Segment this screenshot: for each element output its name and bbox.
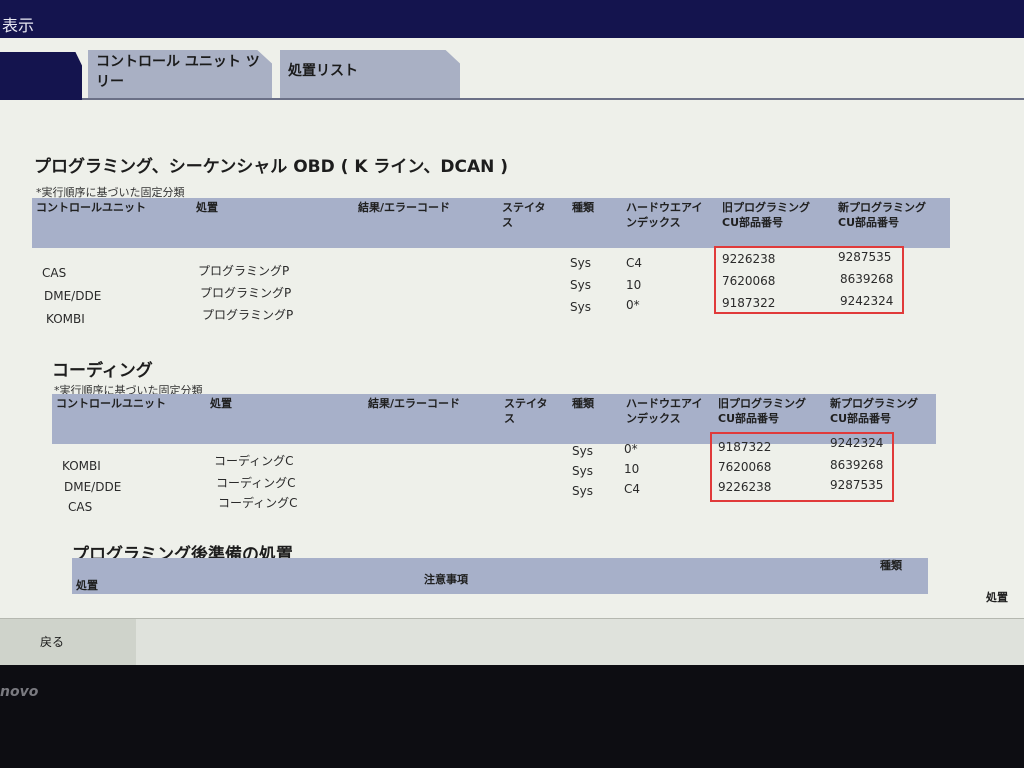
cell-action: コーディングC <box>218 496 298 510</box>
cell-unit: DME/DDE <box>44 289 102 303</box>
col-result: 結果/エラーコード <box>358 201 451 214</box>
col-hw-index: ハードウエアインデックス <box>626 397 703 425</box>
cell-kind: Sys <box>572 444 593 458</box>
tab-current[interactable] <box>0 52 82 100</box>
tab-control-unit-tree[interactable]: コントロール ユニット ツリー <box>88 50 272 98</box>
col-notes: 注意事項 <box>424 573 468 586</box>
col-control-unit: コントロールユニット <box>56 397 166 410</box>
tab-action-list[interactable]: 処置リスト <box>280 50 460 98</box>
tab-strip: コントロール ユニット ツリー 処置リスト <box>0 38 1024 100</box>
col-status: ステイタス <box>502 201 546 229</box>
post-table-header: 処置 注意事項 種類 <box>72 558 928 594</box>
cell-unit: KOMBI <box>62 459 101 473</box>
laptop-bezel-logo: novo <box>0 684 39 700</box>
programming-table-header: コントロールユニット 処置 結果/エラーコード ステイタス 種類 ハードウエアイ… <box>32 198 950 248</box>
col-control-unit: コントロールユニット <box>36 201 146 214</box>
cell-hw: 10 <box>624 462 640 476</box>
programming-section-title: プログラミング、シーケンシャル OBD ( K ライン、DCAN ) <box>34 157 509 177</box>
cell-kind: Sys <box>570 300 591 314</box>
cell-action: コーディングC <box>216 476 296 490</box>
col-new-part: 新プログラミングCU部品番号 <box>838 201 926 229</box>
cell-hw: 0* <box>626 298 640 312</box>
cell-hw: C4 <box>624 482 641 496</box>
tab-control-unit-tree-label: コントロール ユニット ツリー <box>96 54 260 90</box>
cell-kind: Sys <box>570 278 591 292</box>
cell-action: プログラミングP <box>202 308 294 322</box>
back-button-label: 戻る <box>40 635 65 649</box>
cell-action: コーディングC <box>214 454 294 468</box>
app-screen: 表示 コントロール ユニット ツリー 処置リスト プログラミング、シーケンシャル… <box>0 0 1024 665</box>
col-status: ステイタス <box>504 397 548 425</box>
cell-action: プログラミングP <box>198 264 290 278</box>
cell-kind: Sys <box>570 256 591 270</box>
tab-action-list-label: 処置リスト <box>288 63 358 79</box>
col-kind: 種類 <box>880 559 902 572</box>
col-action: 処置 <box>196 201 218 214</box>
bottom-toolbar: 戻る <box>0 618 1024 665</box>
window-title: 表示 <box>2 16 35 35</box>
programming-highlight-box <box>714 246 904 314</box>
col-result: 結果/エラーコード <box>368 397 461 410</box>
col-action: 処置 <box>210 397 232 410</box>
cell-hw: 0* <box>624 442 638 456</box>
col-old-part: 旧プログラミングCU部品番号 <box>718 397 806 425</box>
cell-unit: DME/DDE <box>64 480 122 494</box>
col-kind: 種類 <box>572 397 594 410</box>
window-title-bar: 表示 <box>0 0 1024 38</box>
cell-unit: CAS <box>42 266 67 280</box>
cell-kind: Sys <box>572 464 593 478</box>
col-kind: 種類 <box>572 201 594 214</box>
col-hw-index: ハードウエアインデックス <box>626 201 703 229</box>
cell-unit: CAS <box>68 500 93 514</box>
back-button[interactable]: 戻る <box>0 619 136 665</box>
cell-hw: C4 <box>626 256 643 270</box>
col-old-part: 旧プログラミングCU部品番号 <box>722 201 810 229</box>
cell-unit: KOMBI <box>46 312 85 326</box>
coding-highlight-box <box>710 432 894 502</box>
right-action-label: 処置 <box>986 591 1008 604</box>
cell-kind: Sys <box>572 484 593 498</box>
coding-section-title: コーディング <box>52 361 153 381</box>
col-new-part: 新プログラミングCU部品番号 <box>830 397 918 425</box>
cell-hw: 10 <box>626 278 642 292</box>
col-action: 処置 <box>76 579 98 592</box>
cell-action: プログラミングP <box>200 286 292 300</box>
